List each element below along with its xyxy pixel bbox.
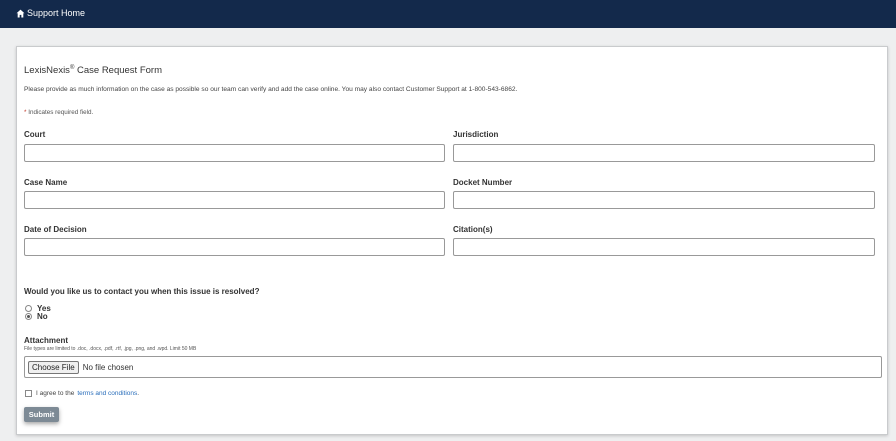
- no-file-text: No file chosen: [82, 362, 134, 372]
- docket-number-input[interactable]: [453, 191, 875, 209]
- form-intro-text: Please provide as much information on th…: [24, 86, 518, 93]
- jurisdiction-input[interactable]: [453, 144, 875, 162]
- agree-period: .: [137, 390, 140, 397]
- docket-number-label: Docket Number: [453, 178, 513, 187]
- form-title: LexisNexis® Case Request Form: [24, 65, 162, 76]
- court-label: Court: [24, 130, 46, 139]
- terms-agreement: I agree to the terms and conditions .: [25, 390, 139, 397]
- choose-file-button[interactable]: Choose File: [28, 360, 79, 374]
- date-of-decision-label: Date of Decision: [24, 225, 87, 234]
- jurisdiction-label: Jurisdiction: [453, 130, 499, 139]
- case-request-form-card: LexisNexis® Case Request Form Please pro…: [16, 46, 888, 435]
- file-input[interactable]: Choose File No file chosen: [24, 356, 882, 378]
- citations-input[interactable]: [453, 238, 875, 256]
- attachment-label: Attachment: [24, 336, 69, 345]
- submit-button[interactable]: Submit: [24, 407, 59, 422]
- form-title-text: Case Request Form: [74, 65, 163, 77]
- support-home-label: Support Home: [27, 8, 86, 18]
- date-of-decision-input[interactable]: [24, 238, 445, 256]
- court-input[interactable]: [24, 144, 445, 162]
- terms-link[interactable]: terms and conditions: [77, 390, 137, 397]
- case-name-label: Case Name: [24, 178, 68, 187]
- support-home-link[interactable]: Support Home: [16, 8, 85, 18]
- yes-radio[interactable]: [25, 305, 32, 312]
- required-field-note: * Indicates required field.: [24, 109, 93, 116]
- agree-checkbox[interactable]: [25, 390, 32, 397]
- home-icon: [16, 9, 25, 17]
- no-label: No: [37, 312, 48, 321]
- required-note-text: Indicates required field.: [26, 109, 94, 116]
- agree-text: I agree to the: [36, 390, 75, 397]
- citations-label: Citation(s): [453, 225, 493, 234]
- contact-question: Would you like us to contact you when th…: [24, 287, 260, 296]
- contact-option-no[interactable]: No: [25, 312, 48, 321]
- attachment-hint: File types are limited to .doc, .docx, .…: [24, 346, 197, 352]
- case-name-input[interactable]: [24, 191, 445, 209]
- no-radio[interactable]: [25, 313, 32, 320]
- top-navbar: Support Home: [0, 0, 896, 28]
- form-title-brand: LexisNexis: [24, 65, 70, 77]
